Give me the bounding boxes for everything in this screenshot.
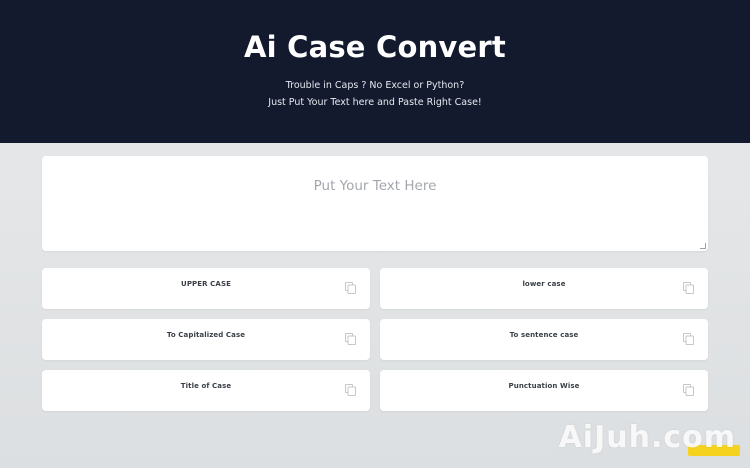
lower-case-button[interactable]: lower case [380,268,708,309]
sentence-case-button[interactable]: To sentence case [380,319,708,360]
copy-icon[interactable] [683,384,694,396]
text-input-card [42,156,708,251]
copy-icon[interactable] [683,333,694,345]
page-title: Ai Case Convert [244,30,506,64]
subtitle-line-1: Trouble in Caps ? No Excel or Python? [285,80,465,91]
capitalized-case-button[interactable]: To Capitalized Case [42,319,370,360]
watermark-logo: AiJuh.com [558,420,736,455]
subtitle-line-2: Just Put Your Text here and Paste Right … [268,97,482,108]
sentence-case-label: To sentence case [509,331,579,339]
punctuation-wise-button[interactable]: Punctuation Wise [380,370,708,411]
copy-icon[interactable] [345,333,356,345]
text-input[interactable] [42,156,708,251]
lower-case-label: lower case [522,280,566,288]
title-case-button[interactable]: Title of Case [42,370,370,411]
copy-icon[interactable] [345,282,356,294]
copy-icon[interactable] [345,384,356,396]
title-case-label: Title of Case [180,382,232,390]
copy-icon[interactable] [683,282,694,294]
upper-case-button[interactable]: UPPER CASE [42,268,370,309]
upper-case-label: UPPER CASE [181,280,231,288]
hero-header: Ai Case Convert Trouble in Caps ? No Exc… [0,0,750,143]
punctuation-wise-label: Punctuation Wise [508,382,580,390]
resize-handle-icon[interactable] [700,243,706,249]
capitalized-case-label: To Capitalized Case [166,331,246,339]
